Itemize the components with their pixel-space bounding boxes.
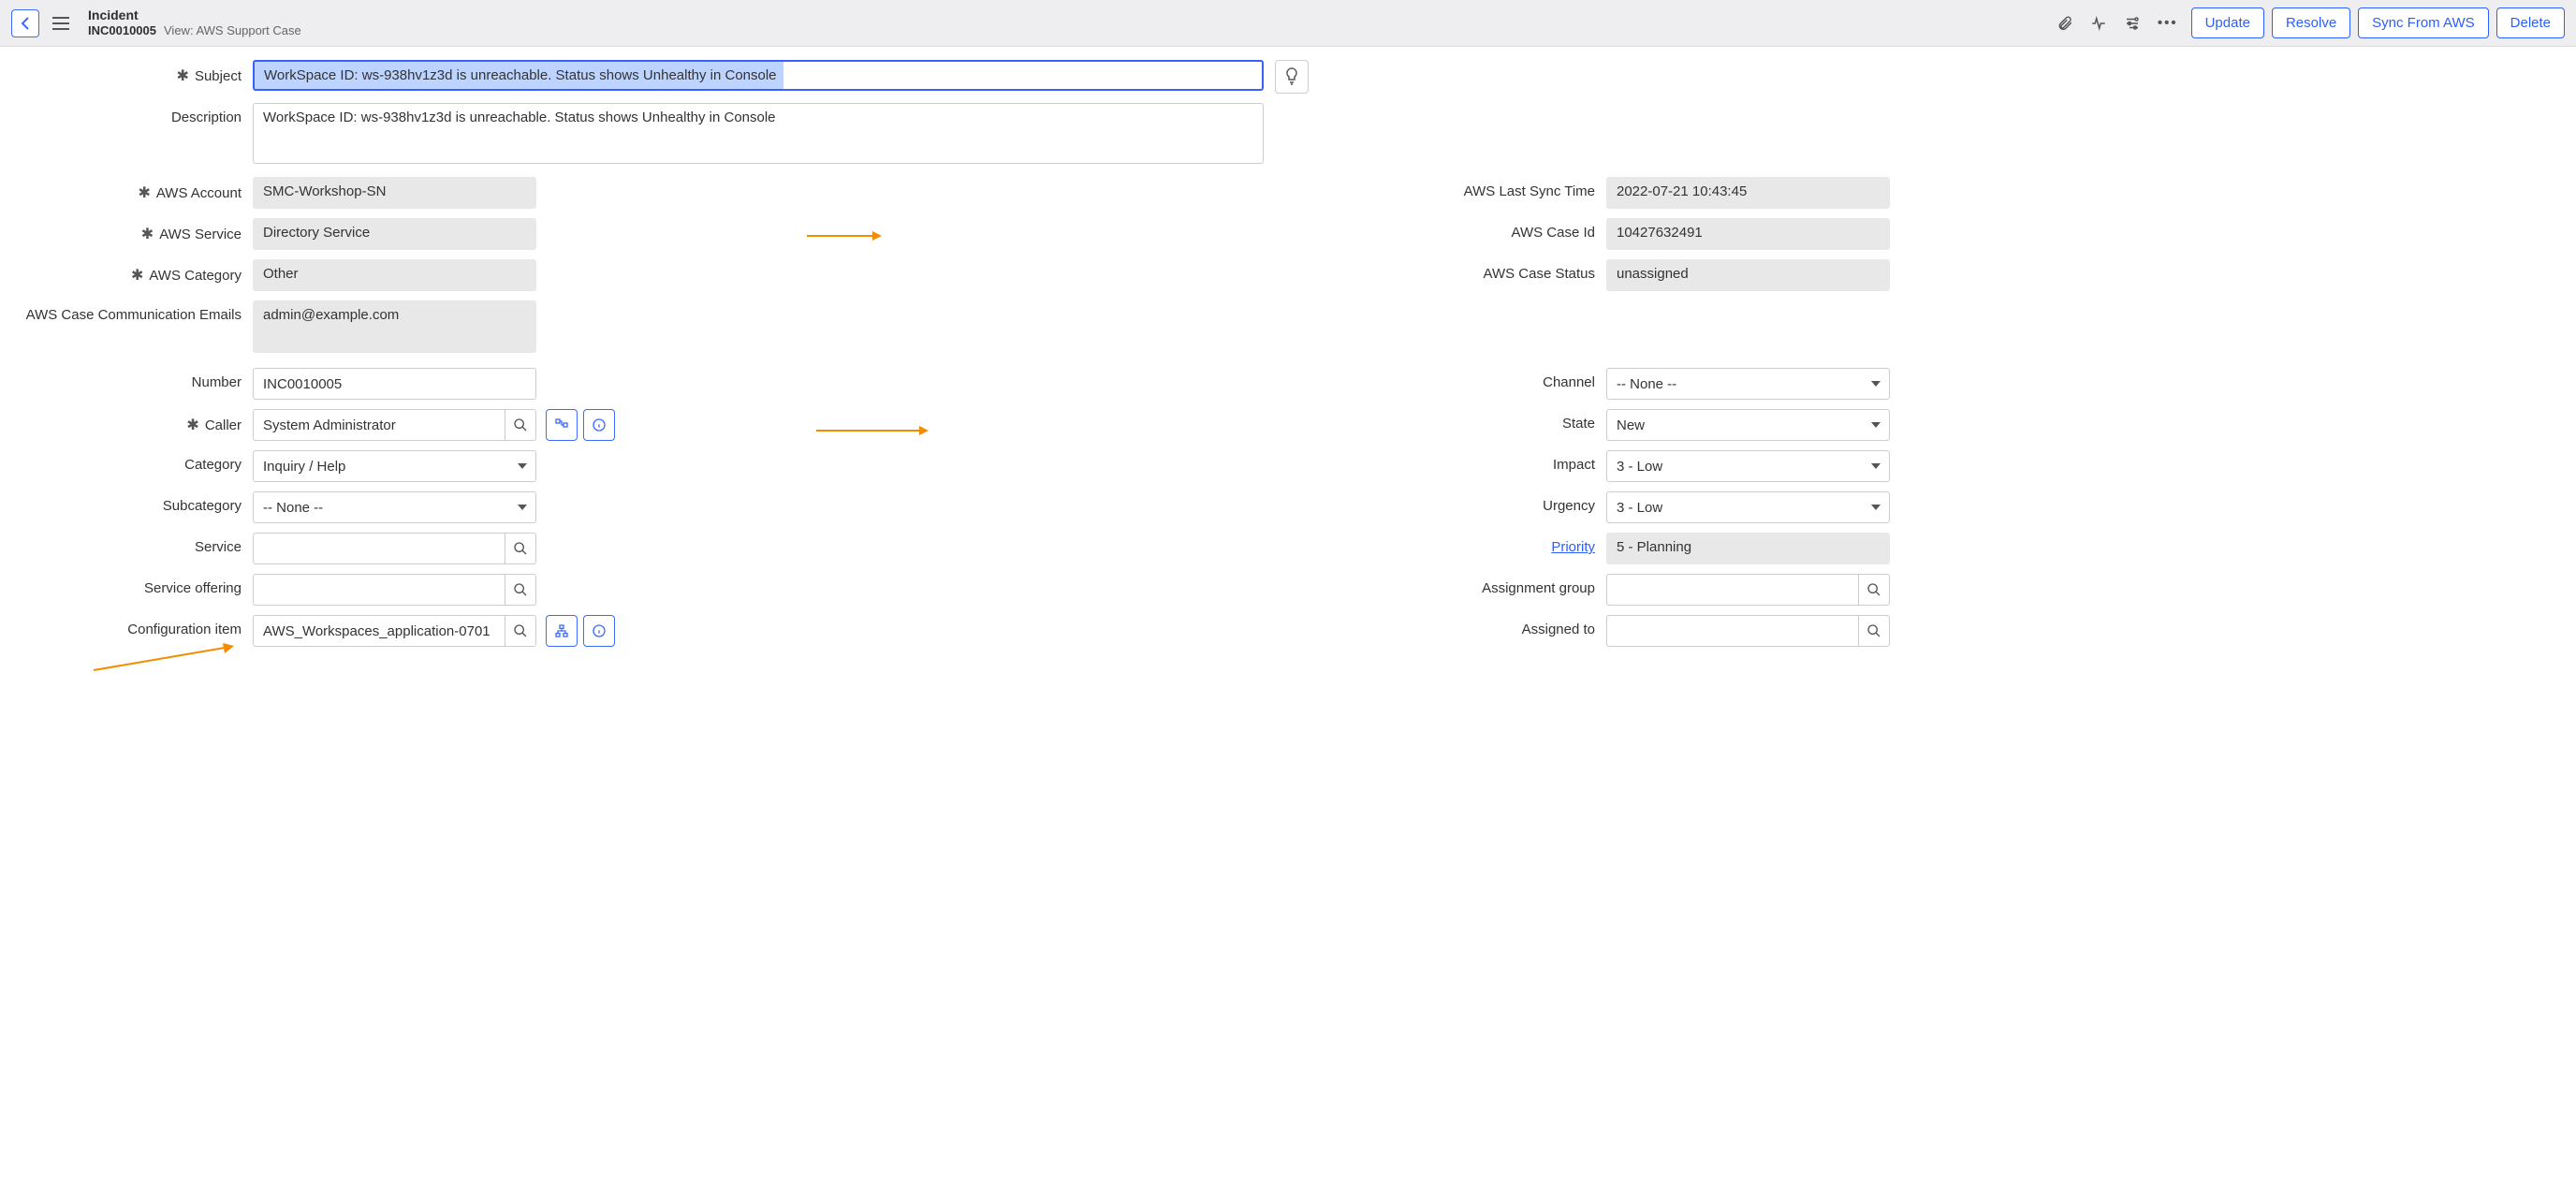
label-category: Category	[184, 457, 242, 473]
title-block: Incident INC0010005 View: AWS Support Ca…	[88, 7, 301, 37]
aws-service-field: Directory Service	[253, 218, 536, 250]
subcategory-select[interactable]: -- None --	[253, 491, 536, 523]
config-item-lookup-icon[interactable]	[505, 615, 536, 647]
assignment-group-lookup-icon[interactable]	[1858, 574, 1890, 606]
label-aws-case-status: AWS Case Status	[1484, 266, 1596, 282]
config-item-input[interactable]	[253, 615, 505, 647]
label-aws-account: AWS Account	[156, 185, 242, 201]
record-type: Incident	[88, 7, 301, 23]
label-channel: Channel	[1543, 374, 1595, 390]
category-select[interactable]: Inquiry / Help	[253, 450, 536, 482]
aws-case-id-field: 10427632491	[1606, 218, 1890, 250]
caller-input[interactable]	[253, 409, 505, 441]
label-assignment-group: Assignment group	[1482, 580, 1595, 596]
required-icon: ✱	[138, 183, 150, 202]
resolve-button[interactable]: Resolve	[2272, 7, 2350, 38]
service-offering-lookup-icon[interactable]	[505, 574, 536, 606]
update-button[interactable]: Update	[2191, 7, 2264, 38]
aws-last-sync-field: 2022-07-21 10:43:45	[1606, 177, 1890, 209]
back-button[interactable]	[11, 9, 39, 37]
aws-category-field: Other	[253, 259, 536, 291]
label-aws-case-id: AWS Case Id	[1512, 225, 1595, 241]
assigned-to-lookup-icon[interactable]	[1858, 615, 1890, 647]
label-aws-emails: AWS Case Communication Emails	[26, 307, 242, 323]
label-subcategory: Subcategory	[163, 498, 242, 514]
required-icon: ✱	[131, 266, 143, 285]
urgency-select[interactable]: 3 - Low	[1606, 491, 1890, 523]
service-input[interactable]	[253, 533, 505, 564]
record-number: INC0010005	[88, 23, 156, 38]
label-priority[interactable]: Priority	[1551, 539, 1595, 555]
more-icon[interactable]: •••	[2158, 15, 2178, 31]
aws-emails-field: admin@example.com	[253, 300, 536, 353]
config-item-tree-icon[interactable]	[546, 615, 578, 647]
header-buttons: Update Resolve Sync From AWS Delete	[2191, 7, 2565, 38]
label-aws-last-sync: AWS Last Sync Time	[1464, 183, 1595, 199]
delete-button[interactable]: Delete	[2496, 7, 2565, 38]
label-impact: Impact	[1553, 457, 1595, 473]
label-number: Number	[192, 374, 242, 390]
state-select[interactable]: New	[1606, 409, 1890, 441]
label-service-offering: Service offering	[144, 580, 242, 596]
header-icons: •••	[2056, 15, 2178, 32]
menu-icon[interactable]	[52, 12, 75, 35]
caller-info-icon[interactable]	[583, 409, 615, 441]
attachment-icon[interactable]	[2056, 15, 2073, 32]
label-config-item: Configuration item	[127, 622, 242, 637]
label-subject: Subject	[195, 68, 242, 84]
required-icon: ✱	[141, 225, 154, 243]
config-item-info-icon[interactable]	[583, 615, 615, 647]
caller-related-icon[interactable]	[546, 409, 578, 441]
activity-icon[interactable]	[2090, 15, 2107, 32]
required-icon: ✱	[186, 416, 198, 434]
description-input[interactable]: WorkSpace ID: ws-938hv1z3d is unreachabl…	[253, 103, 1264, 164]
label-assigned-to: Assigned to	[1522, 622, 1595, 637]
form-body: ✱ Subject Description WorkSpace ID: ws-93…	[0, 47, 2576, 656]
impact-select[interactable]: 3 - Low	[1606, 450, 1890, 482]
label-urgency: Urgency	[1543, 498, 1595, 514]
sync-button[interactable]: Sync From AWS	[2358, 7, 2488, 38]
caller-lookup-icon[interactable]	[505, 409, 536, 441]
form-header: Incident INC0010005 View: AWS Support Ca…	[0, 0, 2576, 47]
number-input[interactable]	[253, 368, 536, 400]
priority-field: 5 - Planning	[1606, 533, 1890, 564]
service-lookup-icon[interactable]	[505, 533, 536, 564]
required-icon: ✱	[177, 66, 189, 85]
label-aws-service: AWS Service	[159, 227, 242, 242]
assignment-group-input[interactable]	[1606, 574, 1858, 606]
subject-input[interactable]	[253, 60, 1264, 91]
label-state: State	[1562, 416, 1595, 432]
label-description: Description	[171, 110, 242, 125]
label-aws-category: AWS Category	[149, 268, 242, 284]
settings-slider-icon[interactable]	[2124, 15, 2141, 32]
assigned-to-input[interactable]	[1606, 615, 1858, 647]
aws-account-field: SMC-Workshop-SN	[253, 177, 536, 209]
channel-select[interactable]: -- None --	[1606, 368, 1890, 400]
lightbulb-icon[interactable]	[1275, 60, 1309, 94]
label-service: Service	[195, 539, 242, 555]
service-offering-input[interactable]	[253, 574, 505, 606]
aws-case-status-field: unassigned	[1606, 259, 1890, 291]
label-caller: Caller	[205, 417, 242, 433]
